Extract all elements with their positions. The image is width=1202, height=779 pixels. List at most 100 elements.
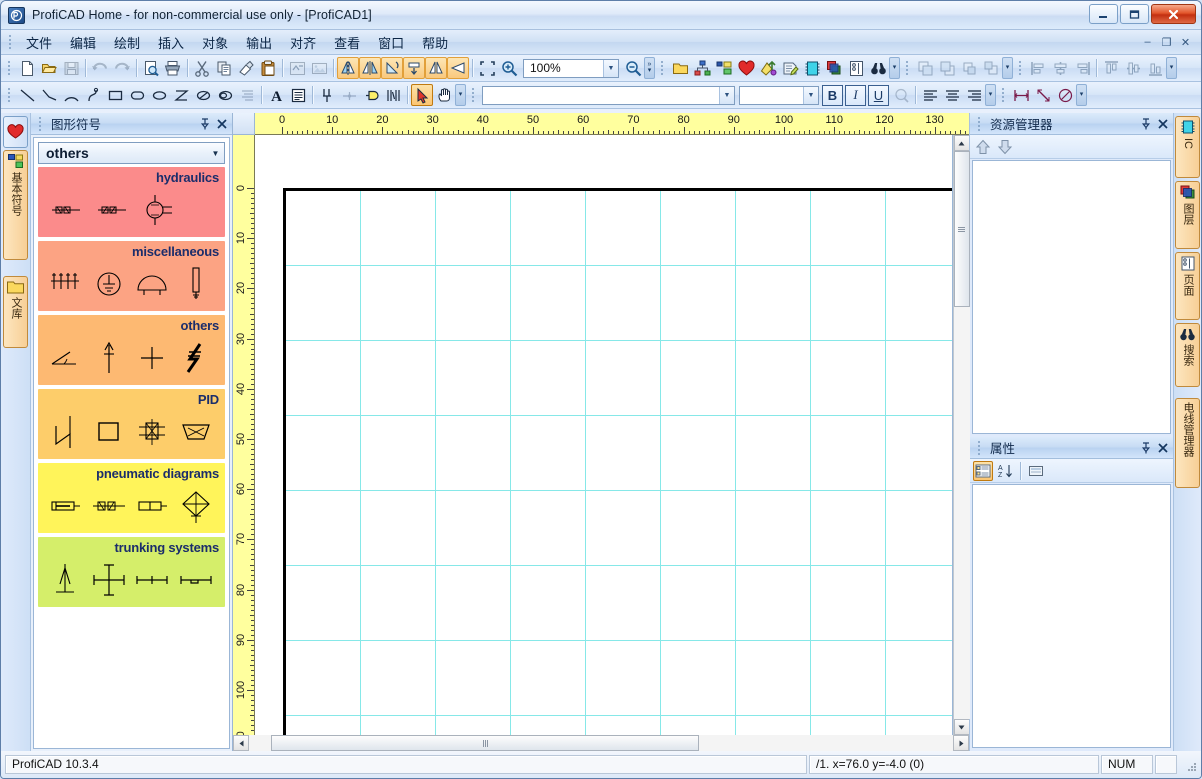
- symbols-panel-close-button[interactable]: [215, 116, 229, 132]
- pneumatic-cylinder-2-icon[interactable]: [134, 485, 172, 527]
- explorer-panel-close-button[interactable]: [1156, 116, 1170, 132]
- properties-panel-content[interactable]: [972, 484, 1171, 748]
- close-button[interactable]: [1151, 4, 1196, 24]
- symbol-group-pneumatic-diagrams[interactable]: pneumatic diagrams: [38, 463, 225, 533]
- angular-dimension-icon[interactable]: [1032, 84, 1054, 106]
- new-document-icon[interactable]: [16, 57, 38, 79]
- canvas-vertical-scrollbar[interactable]: [953, 135, 970, 735]
- insert-symbol-icon[interactable]: [286, 57, 308, 79]
- toolbar-overflow-button-4[interactable]: ▾: [1166, 57, 1177, 79]
- rotate-icon[interactable]: [381, 57, 403, 79]
- text-tool-icon[interactable]: A: [265, 84, 287, 106]
- open-document-icon[interactable]: [38, 57, 60, 79]
- font-size-combo[interactable]: ▼: [739, 85, 819, 105]
- chevron-down-icon-size[interactable]: ▼: [803, 86, 818, 104]
- hatch-icon[interactable]: [236, 84, 258, 106]
- explorer-panel-gripper[interactable]: [975, 115, 983, 133]
- flip-vertical-icon[interactable]: [359, 57, 381, 79]
- pneumatic-cylinder-icon[interactable]: [46, 485, 84, 527]
- maximize-button[interactable]: [1120, 4, 1149, 24]
- left-tab-library[interactable]: 文库: [3, 276, 28, 348]
- toolbar-overflow-button-2[interactable]: ▾: [889, 57, 900, 79]
- polyline-icon[interactable]: [38, 84, 60, 106]
- binoculars-icon[interactable]: [867, 57, 889, 79]
- explorer-panel-pin-button[interactable]: [1139, 116, 1153, 132]
- italic-button[interactable]: I: [845, 84, 866, 106]
- symbol-group-miscellaneous[interactable]: miscellaneous: [38, 241, 225, 311]
- layers-icon[interactable]: [823, 57, 845, 79]
- text-color-icon[interactable]: [890, 84, 912, 106]
- right-tab-layers[interactable]: 图层: [1175, 181, 1200, 249]
- resize-grip[interactable]: [1181, 756, 1197, 772]
- select-pointer-icon[interactable]: [411, 84, 433, 106]
- scroll-right-button[interactable]: [953, 735, 969, 751]
- menu-object[interactable]: 对象: [193, 30, 237, 55]
- symbols-panel-gripper[interactable]: [36, 115, 44, 133]
- terminal-strip-icon[interactable]: [46, 263, 84, 305]
- vertical-scroll-track[interactable]: [953, 151, 970, 719]
- angle-icon[interactable]: [46, 337, 84, 379]
- left-tab-basic-symbols[interactable]: 基本符号: [3, 150, 28, 260]
- toolbar-gripper-standard[interactable]: [5, 59, 13, 77]
- trunking-segment-icon[interactable]: [177, 559, 215, 601]
- copy-icon[interactable]: [213, 57, 235, 79]
- bring-to-front-icon[interactable]: [914, 57, 936, 79]
- library-select-combo[interactable]: others ▼: [38, 142, 225, 164]
- wire-tool-icon[interactable]: [316, 84, 338, 106]
- horizontal-ruler[interactable]: 0 10 20 30 40 50 60 70 80 90 100 110 120 130: [255, 113, 969, 135]
- pid-vessel-icon[interactable]: [90, 411, 128, 453]
- bring-forward-icon[interactable]: [958, 57, 980, 79]
- menu-view[interactable]: 查看: [325, 30, 369, 55]
- symbol-group-trunking-systems[interactable]: trunking systems: [38, 537, 225, 607]
- zoom-fit-icon[interactable]: [476, 57, 498, 79]
- scroll-down-button[interactable]: [953, 719, 970, 735]
- cut-icon[interactable]: [191, 57, 213, 79]
- bold-button[interactable]: B: [822, 84, 843, 106]
- toolbar-overflow-button[interactable]: » ▾: [644, 57, 655, 79]
- font-name-combo[interactable]: ▼: [482, 85, 735, 105]
- explorer-up-button[interactable]: [973, 137, 993, 157]
- toolbar-gripper-align[interactable]: [1016, 59, 1024, 77]
- align-middle-icon[interactable]: [1122, 57, 1144, 79]
- menu-window[interactable]: 窗口: [369, 30, 413, 55]
- bus-icon[interactable]: [382, 84, 404, 106]
- symbol-group-pid[interactable]: PID: [38, 389, 225, 459]
- diameter-dimension-icon[interactable]: [1054, 84, 1076, 106]
- toolbar-gripper-symbols[interactable]: [658, 59, 666, 77]
- junction-icon[interactable]: [338, 84, 360, 106]
- zoom-level-combo[interactable]: 100% ▼: [523, 58, 619, 78]
- trunking-cross-icon[interactable]: [90, 559, 128, 601]
- toolbar-overflow-button-3[interactable]: ▾: [1002, 57, 1013, 79]
- menu-edit[interactable]: 编辑: [61, 30, 105, 55]
- pages-icon[interactable]: [845, 57, 867, 79]
- text-align-right-icon[interactable]: [963, 84, 985, 106]
- vertical-ruler[interactable]: 0 10 20 30 40 50 60 70 80 90 100 110: [233, 135, 255, 735]
- undo-icon[interactable]: [89, 57, 111, 79]
- explorer-down-button[interactable]: [995, 137, 1015, 157]
- rounded-rect-icon[interactable]: [126, 84, 148, 106]
- document-page[interactable]: [283, 188, 952, 735]
- hourglass-shape-icon[interactable]: [170, 84, 192, 106]
- print-preview-icon[interactable]: [140, 57, 162, 79]
- align-left-icon[interactable]: [1027, 57, 1049, 79]
- save-document-icon[interactable]: [60, 57, 82, 79]
- mirror-horizontal-icon[interactable]: [337, 57, 359, 79]
- favorites-heart-icon[interactable]: [735, 57, 757, 79]
- thermometer-icon[interactable]: [177, 263, 215, 305]
- chevron-down-icon[interactable]: ▼: [603, 59, 618, 77]
- right-tab-pages[interactable]: 页面: [1175, 252, 1200, 320]
- menu-help[interactable]: 帮助: [413, 30, 457, 55]
- filled-ellipse-icon[interactable]: [214, 84, 236, 106]
- vertical-scroll-thumb[interactable]: [953, 151, 970, 307]
- drawing-canvas[interactable]: [255, 135, 953, 735]
- toolbar-overflow-button-5[interactable]: ▾: [455, 84, 466, 106]
- pid-hopper-icon[interactable]: [177, 411, 215, 453]
- linear-dimension-icon[interactable]: [1010, 84, 1032, 106]
- send-backward-icon[interactable]: [980, 57, 1002, 79]
- flip-down-icon[interactable]: [403, 57, 425, 79]
- explorer-panel-content[interactable]: [972, 160, 1171, 434]
- mdi-close-button[interactable]: ✕: [1178, 36, 1193, 49]
- print-icon[interactable]: [162, 57, 184, 79]
- toolbar-overflow-button-6[interactable]: ▾: [985, 84, 996, 106]
- align-bottom-icon[interactable]: [1144, 57, 1166, 79]
